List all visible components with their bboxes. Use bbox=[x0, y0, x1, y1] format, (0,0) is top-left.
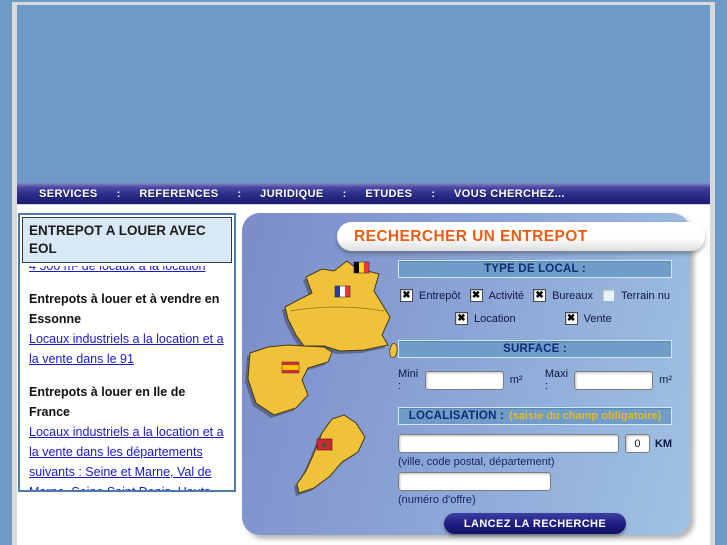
sidebar-link-idf-departements[interactable]: Locaux industriels a la location et a la… bbox=[29, 425, 224, 490]
sidebar-links-box: ENTREPOT A LOUER AVEC EOL 4 500 m² de lo… bbox=[18, 213, 236, 492]
search-panel: RECHERCHER UN ENTREPOT ★ TYPE DE LOCAL:… bbox=[242, 213, 705, 535]
checkbox-box[interactable] bbox=[564, 312, 578, 325]
header-banner bbox=[17, 5, 710, 183]
km-unit-label: KM bbox=[654, 437, 672, 450]
sidebar-link-essonne-91[interactable]: Locaux industriels a la location et a la… bbox=[29, 332, 224, 366]
mini-label: Mini : bbox=[398, 368, 419, 392]
sidebar-heading-essonne: Entrepots à louer et à vendre en Essonne bbox=[29, 292, 220, 327]
spain-flag-icon[interactable] bbox=[281, 361, 300, 374]
checkbox-location[interactable]: Location bbox=[455, 312, 516, 325]
checkbox-label: Bureaux bbox=[552, 289, 594, 302]
map-country-france[interactable] bbox=[284, 260, 391, 352]
localisation-required-note: (saisie du champ obligatoire) bbox=[509, 410, 662, 422]
nav-separator: : bbox=[431, 187, 436, 200]
checkbox-label: Activité bbox=[488, 289, 525, 302]
nav-separator: : bbox=[116, 187, 121, 200]
checkbox-label: Vente bbox=[583, 312, 612, 325]
svg-text:★: ★ bbox=[321, 441, 328, 450]
transaction-checkbox-row: Location Vente bbox=[398, 312, 672, 325]
page-frame: SERVICES : REFERENCES : JURIDIQUE : ETUD… bbox=[12, 2, 715, 545]
localisation-inputs-row: KM bbox=[398, 434, 672, 453]
type-checkbox-row: Entrepôt Activité Bureaux Terrain nu bbox=[398, 289, 672, 302]
surface-header: SURFACE : bbox=[398, 340, 672, 358]
checkbox-label: Entrepôt bbox=[419, 289, 461, 302]
maxi-unit: m² bbox=[659, 374, 672, 386]
nav-item-vous-cherchez[interactable]: VOUS CHERCHEZ... bbox=[454, 188, 565, 200]
morocco-flag-icon[interactable]: ★ bbox=[316, 438, 333, 451]
type-local-header: TYPE DE LOCAL : bbox=[398, 260, 672, 278]
launch-search-button[interactable]: LANCEZ LA RECHERCHE bbox=[443, 513, 627, 534]
nav-separator: : bbox=[342, 187, 347, 200]
main-navigation: SERVICES : REFERENCES : JURIDIQUE : ETUD… bbox=[17, 183, 710, 205]
location-input[interactable] bbox=[398, 434, 619, 453]
localisation-header: LOCALISATION : (saisie du champ obligato… bbox=[398, 407, 672, 425]
checkbox-vente[interactable]: Vente bbox=[564, 312, 612, 325]
nav-separator: : bbox=[237, 187, 242, 200]
surface-inputs-row: Mini : m² Maxi : m² bbox=[398, 368, 672, 392]
map-country-spain[interactable] bbox=[247, 344, 333, 416]
checkbox-box[interactable] bbox=[602, 289, 616, 302]
countries-map: ★ bbox=[245, 260, 398, 496]
radius-km-input[interactable] bbox=[624, 434, 650, 453]
type-local-label: TYPE DE LOCAL : bbox=[484, 263, 586, 275]
belgium-flag-icon[interactable] bbox=[353, 261, 370, 274]
nav-item-etudes[interactable]: ETUDES bbox=[365, 188, 412, 200]
sidebar-title: ENTREPOT A LOUER AVEC EOL bbox=[22, 217, 232, 264]
checkbox-box[interactable] bbox=[400, 289, 413, 302]
nav-item-references[interactable]: REFERENCES bbox=[139, 188, 218, 200]
offer-caption: (numéro d'offre) bbox=[398, 494, 476, 506]
offer-number-input[interactable] bbox=[398, 472, 551, 491]
checkbox-label: Location bbox=[474, 312, 516, 325]
checkbox-activite[interactable]: Activité bbox=[469, 289, 525, 302]
nav-item-services[interactable]: SERVICES bbox=[39, 188, 98, 200]
maxi-label: Maxi : bbox=[544, 368, 569, 392]
checkbox-label: Terrain nu bbox=[621, 289, 670, 302]
checkbox-box[interactable] bbox=[455, 312, 468, 325]
content-area: ENTREPOT A LOUER AVEC EOL 4 500 m² de lo… bbox=[17, 205, 710, 545]
location-caption: (ville, code postal, département) bbox=[398, 456, 555, 468]
search-form: TYPE DE LOCAL : Entrepôt Activité Bureau… bbox=[398, 260, 672, 534]
nav-item-juridique[interactable]: JURIDIQUE bbox=[260, 188, 324, 200]
checkbox-bureaux[interactable]: Bureaux bbox=[533, 289, 593, 302]
clipped-link-row: 4 500 m² de locaux a la location bbox=[29, 266, 225, 276]
surface-mini-input[interactable] bbox=[424, 370, 504, 390]
map-country-morocco[interactable] bbox=[296, 414, 366, 494]
checkbox-entrepot[interactable]: Entrepôt bbox=[400, 289, 461, 302]
checkbox-box[interactable] bbox=[533, 289, 547, 302]
checkbox-box[interactable] bbox=[469, 289, 483, 302]
localisation-label: LOCALISATION : bbox=[408, 410, 504, 422]
france-flag-icon[interactable] bbox=[334, 285, 351, 298]
map-island-corsica[interactable] bbox=[389, 343, 398, 358]
surface-label: SURFACE : bbox=[503, 343, 567, 355]
mini-unit: m² bbox=[509, 374, 523, 386]
sidebar-link-locaux-location[interactable]: 4 500 m² de locaux a la location bbox=[29, 266, 225, 276]
surface-maxi-input[interactable] bbox=[574, 370, 654, 390]
panel-title: RECHERCHER UN ENTREPOT bbox=[354, 227, 588, 245]
sidebar-heading-idf: Entrepots à louer en Ile de France bbox=[29, 385, 186, 420]
checkbox-terrain-nu[interactable]: Terrain nu bbox=[602, 289, 670, 302]
